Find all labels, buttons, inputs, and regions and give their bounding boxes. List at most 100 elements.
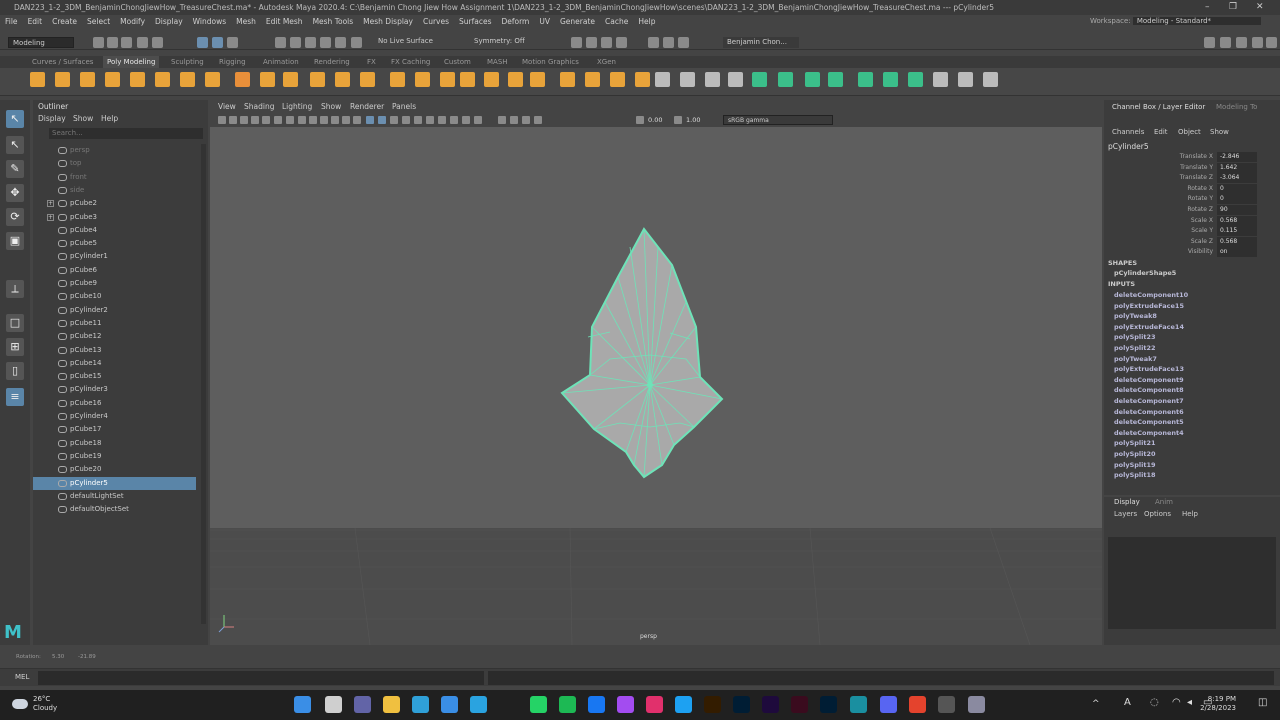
menu-mesh-tools[interactable]: Mesh Tools bbox=[308, 15, 359, 29]
outliner-item[interactable]: pCube9 bbox=[33, 277, 196, 290]
snap-curve-icon[interactable] bbox=[290, 37, 301, 48]
target-weld-icon[interactable] bbox=[610, 72, 625, 87]
sphere-icon[interactable] bbox=[30, 72, 45, 87]
viewport-menu-view[interactable]: View bbox=[218, 100, 236, 114]
shelf-tab-rigging[interactable]: Rigging bbox=[219, 56, 246, 68]
extrude-icon[interactable] bbox=[484, 72, 499, 87]
menu-deform[interactable]: Deform bbox=[496, 15, 534, 29]
rotate-tool-icon[interactable]: ⟳ bbox=[6, 208, 24, 226]
shelf-tab-xgen[interactable]: XGen bbox=[597, 56, 616, 68]
history-node[interactable]: deleteComponent4 bbox=[1114, 429, 1184, 437]
viewport-menu-show[interactable]: Show bbox=[321, 100, 341, 114]
disc-icon[interactable] bbox=[180, 72, 195, 87]
messenger-icon[interactable] bbox=[617, 696, 634, 713]
depth-of-field-icon[interactable] bbox=[474, 116, 482, 124]
shelf-tab-mash[interactable]: MASH bbox=[487, 56, 508, 68]
attribute-value[interactable]: 90 bbox=[1217, 205, 1257, 215]
volume-icon[interactable]: ◂ bbox=[1187, 697, 1192, 708]
shelf-tab-fx-caching[interactable]: FX Caching bbox=[391, 56, 430, 68]
teams-chat-icon[interactable] bbox=[354, 696, 371, 713]
outliner-item[interactable]: pCube4 bbox=[33, 224, 196, 237]
outliner-item[interactable]: pCube19 bbox=[33, 450, 196, 463]
facebook-icon[interactable] bbox=[588, 696, 605, 713]
live-surface-label[interactable]: No Live Surface bbox=[378, 37, 433, 45]
sew-uv-icon[interactable] bbox=[908, 72, 923, 87]
outliner-item[interactable]: pCube6 bbox=[33, 264, 196, 277]
discord-icon[interactable] bbox=[880, 696, 897, 713]
film-gate-icon[interactable] bbox=[298, 116, 306, 124]
wireframe-icon[interactable] bbox=[366, 116, 374, 124]
attribute-value[interactable]: on bbox=[1217, 247, 1257, 258]
shelf-tab-sculpting[interactable]: Sculpting bbox=[171, 56, 204, 68]
save-scene-icon[interactable] bbox=[121, 37, 132, 48]
shelf-tab-animation[interactable]: Animation bbox=[263, 56, 299, 68]
safe-action-icon[interactable] bbox=[342, 116, 350, 124]
exposure-icon[interactable] bbox=[636, 116, 644, 124]
extract-icon[interactable] bbox=[360, 72, 375, 87]
bridge-icon[interactable] bbox=[460, 72, 475, 87]
workspace-selector[interactable]: Workspace: Modeling - Standard* bbox=[1090, 17, 1270, 28]
safe-title-icon[interactable] bbox=[353, 116, 361, 124]
smooth-shade-icon[interactable] bbox=[378, 116, 386, 124]
collapse-icon[interactable] bbox=[705, 72, 720, 87]
outliner-item[interactable]: front bbox=[33, 171, 196, 184]
gamma-value[interactable]: 1.00 bbox=[686, 116, 700, 124]
menu-cache[interactable]: Cache bbox=[600, 15, 633, 29]
wifi-icon[interactable]: ◠ bbox=[1172, 697, 1181, 708]
history-node[interactable]: polySplit23 bbox=[1114, 333, 1156, 341]
telegram-icon[interactable] bbox=[470, 696, 487, 713]
mirror-icon[interactable] bbox=[440, 72, 455, 87]
sync-icon[interactable]: ◌ bbox=[1150, 697, 1159, 708]
github-icon[interactable] bbox=[938, 696, 955, 713]
color-space-dropdown[interactable]: sRGB gamma bbox=[723, 115, 833, 125]
layout-uv-icon[interactable] bbox=[933, 72, 948, 87]
separate-icon[interactable] bbox=[335, 72, 350, 87]
open-scene-icon[interactable] bbox=[107, 37, 118, 48]
layer-tab-display[interactable]: Display bbox=[1114, 498, 1140, 506]
shadows-icon[interactable] bbox=[426, 116, 434, 124]
history-node[interactable]: polySplit21 bbox=[1114, 439, 1156, 447]
perspective-viewport[interactable]: View Shading Lighting Show Renderer Pane… bbox=[210, 100, 1102, 645]
attribute-value[interactable]: 0.568 bbox=[1217, 236, 1257, 247]
shelf-tab-curves-surfaces[interactable]: Curves / Surfaces bbox=[32, 56, 93, 68]
toggle-layout-icon[interactable] bbox=[1204, 37, 1215, 48]
notification-icon[interactable]: ◫ bbox=[1258, 697, 1267, 708]
layer-menu-help[interactable]: Help bbox=[1182, 510, 1198, 518]
channel-attribute-row[interactable]: Rotate X 0 bbox=[1144, 183, 1268, 194]
menu-uv[interactable]: UV bbox=[534, 15, 555, 29]
viewport-canvas[interactable]: persp bbox=[210, 127, 1102, 645]
render-setup-icon[interactable] bbox=[663, 37, 674, 48]
channel-menu-edit[interactable]: Edit bbox=[1154, 128, 1168, 136]
menu-edit[interactable]: Edit bbox=[23, 15, 48, 29]
channel-menu-show[interactable]: Show bbox=[1210, 128, 1229, 136]
outliner-menu-show[interactable]: Show bbox=[73, 114, 93, 123]
shelf-tab-rendering[interactable]: Rendering bbox=[314, 56, 350, 68]
select-component-icon[interactable] bbox=[227, 37, 238, 48]
render-view-icon[interactable] bbox=[571, 37, 582, 48]
outliner-item[interactable]: + pCube2 bbox=[33, 197, 196, 210]
circularize-icon[interactable] bbox=[680, 72, 695, 87]
outliner-item[interactable]: pCube16 bbox=[33, 397, 196, 410]
quad-draw-icon[interactable] bbox=[655, 72, 670, 87]
channel-attribute-row[interactable]: Scale Y 0.115 bbox=[1144, 226, 1268, 237]
crystal-mesh[interactable] bbox=[560, 227, 724, 479]
history-node[interactable]: deleteComponent5 bbox=[1114, 418, 1184, 426]
outliner-item[interactable]: pCube10 bbox=[33, 290, 196, 303]
history-node[interactable]: deleteComponent7 bbox=[1114, 397, 1184, 405]
instagram-icon[interactable] bbox=[646, 696, 663, 713]
select-object-icon[interactable] bbox=[212, 37, 223, 48]
channel-attribute-row[interactable]: Translate X -2.846 bbox=[1144, 152, 1268, 162]
attribute-value[interactable]: -3.064 bbox=[1217, 173, 1257, 184]
select-camera-icon[interactable] bbox=[218, 116, 226, 124]
cone-icon[interactable] bbox=[105, 72, 120, 87]
outliner-item[interactable]: pCube12 bbox=[33, 330, 196, 343]
outliner-item[interactable]: pCube11 bbox=[33, 317, 196, 330]
snap-pivot-icon[interactable] bbox=[351, 37, 362, 48]
channel-attribute-row[interactable]: Scale X 0.568 bbox=[1144, 215, 1268, 226]
image-plane-icon[interactable] bbox=[251, 116, 259, 124]
grid-icon[interactable] bbox=[286, 116, 294, 124]
close-button[interactable]: ✕ bbox=[1256, 0, 1264, 15]
single-view-layout-icon[interactable]: □ bbox=[6, 314, 24, 332]
user-account-dropdown[interactable]: Benjamin Chon... bbox=[723, 37, 799, 48]
shelf-tab-motion-graphics[interactable]: Motion Graphics bbox=[522, 56, 579, 68]
